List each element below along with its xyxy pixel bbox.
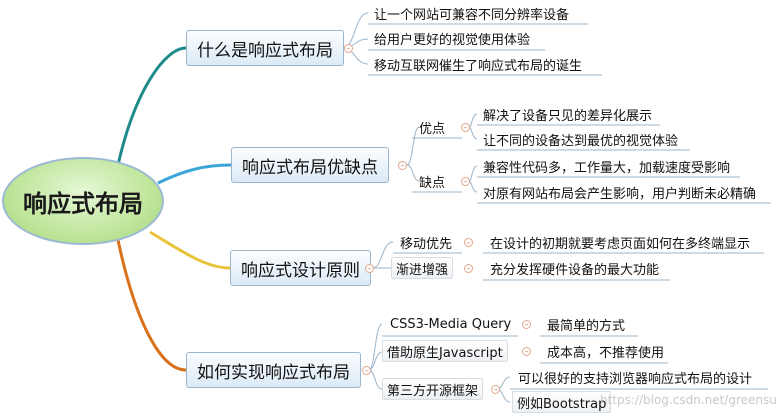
item-better-visual-experience[interactable]: 给用户更好的视觉使用体验 [370,27,534,49]
root-node[interactable]: 响应式布局 [2,157,164,245]
item-mobile-first[interactable]: 移动优先 [396,231,456,253]
item-bootstrap[interactable]: 例如Bootstrap [512,391,612,413]
item-native-js-desc[interactable]: 成本高，不推荐使用 [543,340,668,362]
collapse-icon[interactable] [522,320,531,329]
collapse-icon[interactable] [461,177,470,186]
item-framework-desc[interactable]: 可以很好的支持浏览器响应式布局的设计 [514,366,756,388]
collapse-icon[interactable] [491,385,500,394]
item-cons[interactable]: 缺点 [415,170,449,192]
item-con-1[interactable]: 兼容性代码多，工作量大，加载速度受影响 [479,155,734,177]
collapse-icon[interactable] [398,161,407,170]
branch-what-is-responsive[interactable]: 什么是响应式布局 [186,30,344,66]
collapse-icon[interactable] [522,347,531,356]
item-progressive-desc[interactable]: 充分发挥硬件设备的最大功能 [486,257,663,279]
item-pro-2[interactable]: 让不同的设备达到最优的视觉体验 [479,128,682,150]
branch-pros-cons[interactable]: 响应式布局优缺点 [231,147,389,183]
item-pros[interactable]: 优点 [415,116,449,138]
collapse-icon[interactable] [464,238,473,247]
branch-how-to-implement[interactable]: 如何实现响应式布局 [186,352,361,388]
item-media-query-desc[interactable]: 最简单的方式 [543,313,629,335]
collapse-icon[interactable] [464,264,473,273]
collapse-icon[interactable] [365,264,374,273]
item-mobile-internet[interactable]: 移动互联网催生了响应式布局的诞生 [370,53,586,75]
collapse-icon[interactable] [461,123,470,132]
collapse-icon[interactable] [362,366,371,375]
item-compatible-devices[interactable]: 让一个网站可兼容不同分辨率设备 [370,2,573,24]
item-progressive-enhancement[interactable]: 渐进增强 [391,257,454,279]
mindmap: 响应式布局 什么是响应式布局 让一个网站可兼容不同分辨率设备 给用户更好的视觉使… [0,0,776,417]
collapse-icon[interactable] [344,44,353,53]
item-media-query[interactable]: CSS3-Media Query [386,313,515,335]
item-con-2[interactable]: 对原有网站布局会产生影响，用户判断未必精确 [479,181,760,203]
item-mobile-first-desc[interactable]: 在设计的初期就要考虑页面如何在多终端显示 [486,231,754,253]
watermark: https://blog.csdn.net/greensure [600,393,776,407]
item-third-party-framework[interactable]: 第三方开源框架 [382,378,484,400]
item-native-js[interactable]: 借助原生Javascript [382,340,508,362]
item-pro-1[interactable]: 解决了设备只见的差异化展示 [479,103,656,125]
branch-design-principles[interactable]: 响应式设计原则 [230,250,371,286]
